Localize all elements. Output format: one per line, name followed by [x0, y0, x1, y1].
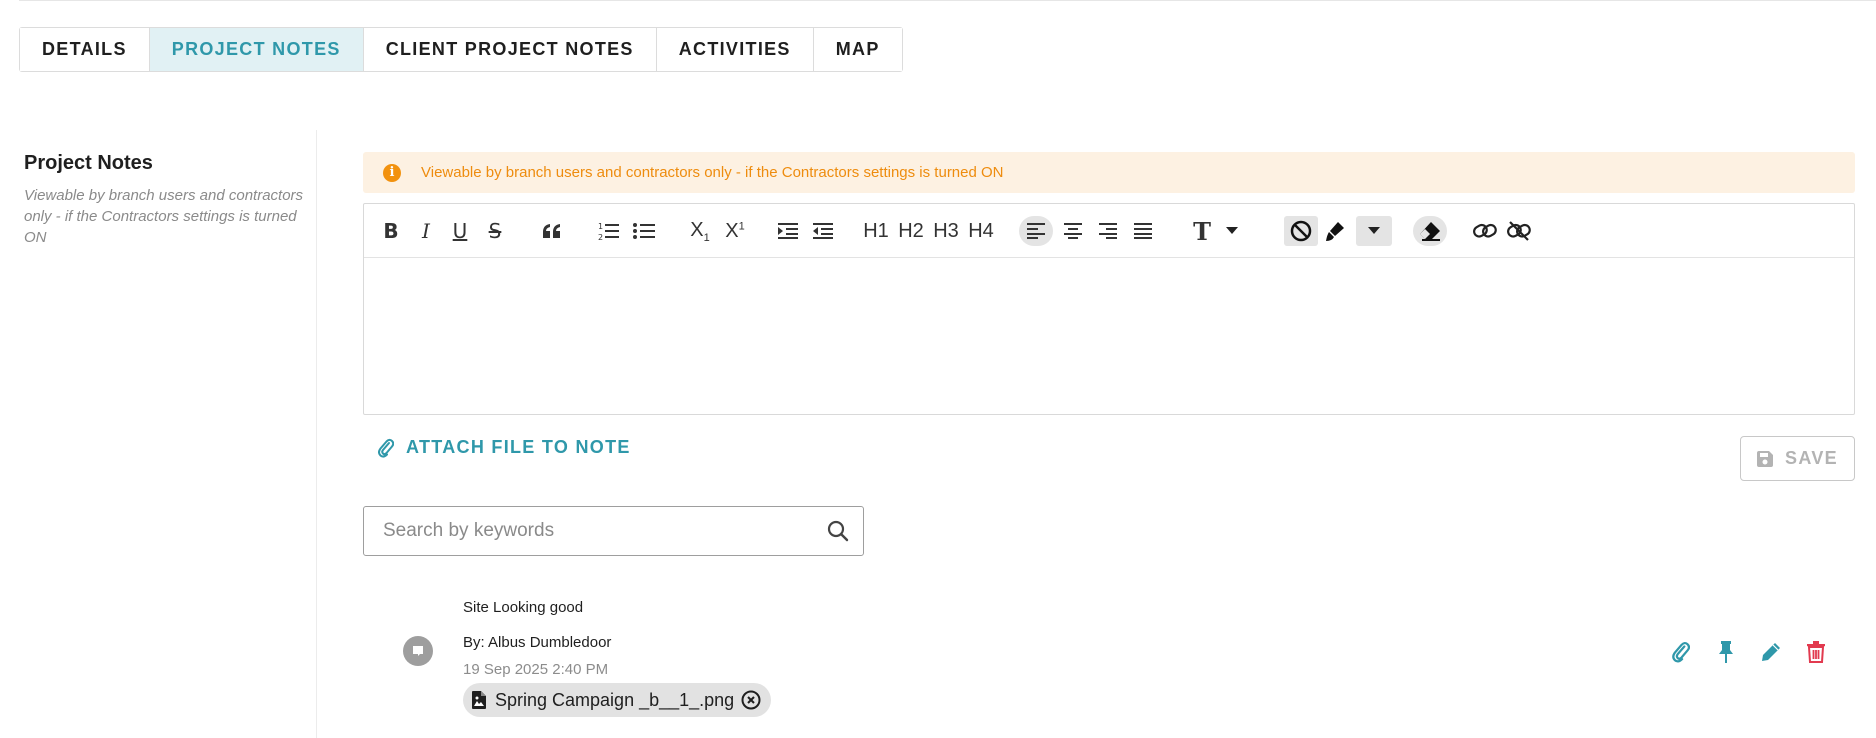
align-justify-icon [1134, 223, 1152, 239]
note-avatar [403, 636, 433, 666]
svg-text:1: 1 [598, 222, 603, 231]
note-pin-button[interactable] [1715, 640, 1737, 664]
section-title: Project Notes [24, 152, 153, 174]
section-description: Viewable by branch users and contractors… [24, 187, 304, 246]
superscript-icon: X1 [725, 219, 745, 242]
blockquote-button[interactable] [540, 216, 564, 246]
bold-icon: B [383, 219, 399, 243]
subscript-button[interactable]: X1 [686, 216, 714, 246]
align-justify-button[interactable] [1130, 216, 1156, 246]
quote-icon [543, 224, 560, 238]
highlight-button[interactable] [1320, 216, 1350, 246]
tab-details[interactable]: DETAILS [20, 28, 150, 71]
floppy-disk-icon [1757, 450, 1774, 467]
svg-text:2: 2 [598, 233, 603, 241]
highlight-dropdown[interactable] [1356, 216, 1392, 246]
align-right-button[interactable] [1095, 216, 1121, 246]
pencil-icon [1762, 643, 1780, 661]
attach-file-button[interactable]: ATTACH FILE TO NOTE [378, 437, 631, 458]
attach-file-label: ATTACH FILE TO NOTE [406, 437, 631, 457]
outdent-icon [813, 223, 833, 239]
comment-icon [413, 646, 423, 656]
tab-bar: DETAILS PROJECT NOTES CLIENT PROJECT NOT… [19, 27, 903, 72]
clear-color-button[interactable] [1284, 216, 1318, 246]
ordered-list-icon: 12 [598, 222, 619, 241]
clear-formatting-button[interactable] [1413, 216, 1447, 246]
paperclip-icon [1672, 641, 1690, 663]
align-left-icon [1027, 223, 1045, 239]
text-size-icon: T [1193, 216, 1211, 246]
pin-icon [1719, 641, 1733, 663]
ordered-list-button[interactable]: 12 [596, 216, 622, 246]
note-attach-button[interactable] [1670, 640, 1692, 664]
editor-content-area[interactable] [364, 258, 1854, 414]
align-right-icon [1099, 223, 1117, 239]
search-box [363, 506, 864, 556]
strikethrough-icon: S [488, 219, 502, 243]
remove-link-button[interactable] [1505, 216, 1533, 246]
attachment-chip[interactable]: Spring Campaign _b__1_.png [463, 683, 772, 717]
heading-4-button[interactable]: H4 [967, 216, 995, 246]
font-size-dropdown[interactable] [1221, 216, 1243, 246]
search-icon[interactable] [827, 520, 849, 542]
strikethrough-button[interactable]: S [483, 216, 507, 246]
unlink-icon [1507, 221, 1531, 241]
tab-activities[interactable]: ACTIVITIES [656, 28, 814, 71]
visibility-alert: i Viewable by branch users and contracto… [363, 152, 1855, 193]
caret-down-icon [1226, 227, 1238, 234]
note-text: Site Looking good [463, 599, 584, 616]
tab-map[interactable]: MAP [813, 28, 902, 71]
heading-3-button[interactable]: H3 [932, 216, 960, 246]
save-button[interactable]: SAVE [1740, 436, 1855, 481]
note-date: 19 Sep 2025 2:40 PM [463, 661, 609, 678]
caret-down-icon [1368, 227, 1380, 234]
column-divider [316, 130, 317, 738]
heading-1-button[interactable]: H1 [862, 216, 890, 246]
bullet-list-icon [633, 223, 655, 239]
info-icon: i [383, 163, 401, 182]
eraser-icon [1420, 222, 1440, 241]
underline-button[interactable]: U [448, 216, 472, 246]
align-left-button[interactable] [1019, 216, 1053, 246]
trash-icon [1807, 641, 1825, 663]
note-author: By: Albus Dumbledoor [463, 634, 612, 651]
align-center-icon [1064, 223, 1082, 239]
save-label: SAVE [1785, 448, 1838, 468]
image-file-icon [472, 691, 486, 709]
section-info: Project Notes Viewable by branch users a… [24, 152, 314, 248]
note-actions [1670, 640, 1827, 664]
link-icon [1473, 223, 1497, 238]
tab-client-project-notes[interactable]: CLIENT PROJECT NOTES [363, 28, 657, 71]
align-center-button[interactable] [1060, 216, 1086, 246]
indent-icon [778, 223, 798, 239]
attachment-name: Spring Campaign _b__1_.png [495, 689, 735, 710]
no-color-icon [1290, 220, 1312, 242]
note-delete-button[interactable] [1805, 640, 1827, 664]
subscript-icon: X1 [690, 218, 710, 244]
remove-attachment-icon[interactable] [741, 690, 761, 710]
underline-icon: U [452, 219, 468, 243]
outdent-button[interactable] [811, 216, 835, 246]
indent-button[interactable] [776, 216, 800, 246]
brush-icon [1326, 222, 1344, 241]
italic-button[interactable]: I [415, 216, 437, 246]
insert-link-button[interactable] [1471, 216, 1499, 246]
bullet-list-button[interactable] [631, 216, 657, 246]
superscript-button[interactable]: X1 [721, 216, 749, 246]
note-edit-button[interactable] [1760, 640, 1782, 664]
rich-text-editor: B I U S 12 X1 X1 H1 H2 H3 H4 T [363, 203, 1855, 415]
italic-icon: I [422, 219, 430, 243]
heading-2-button[interactable]: H2 [897, 216, 925, 246]
tab-project-notes[interactable]: PROJECT NOTES [149, 28, 364, 71]
paperclip-icon [378, 438, 394, 458]
font-size-button[interactable]: T [1189, 216, 1215, 246]
bold-button[interactable]: B [379, 216, 403, 246]
editor-toolbar: B I U S 12 X1 X1 H1 H2 H3 H4 T [364, 204, 1854, 258]
alert-text: Viewable by branch users and contractors… [421, 164, 1004, 181]
top-divider [19, 0, 1876, 2]
search-input[interactable] [364, 508, 804, 554]
